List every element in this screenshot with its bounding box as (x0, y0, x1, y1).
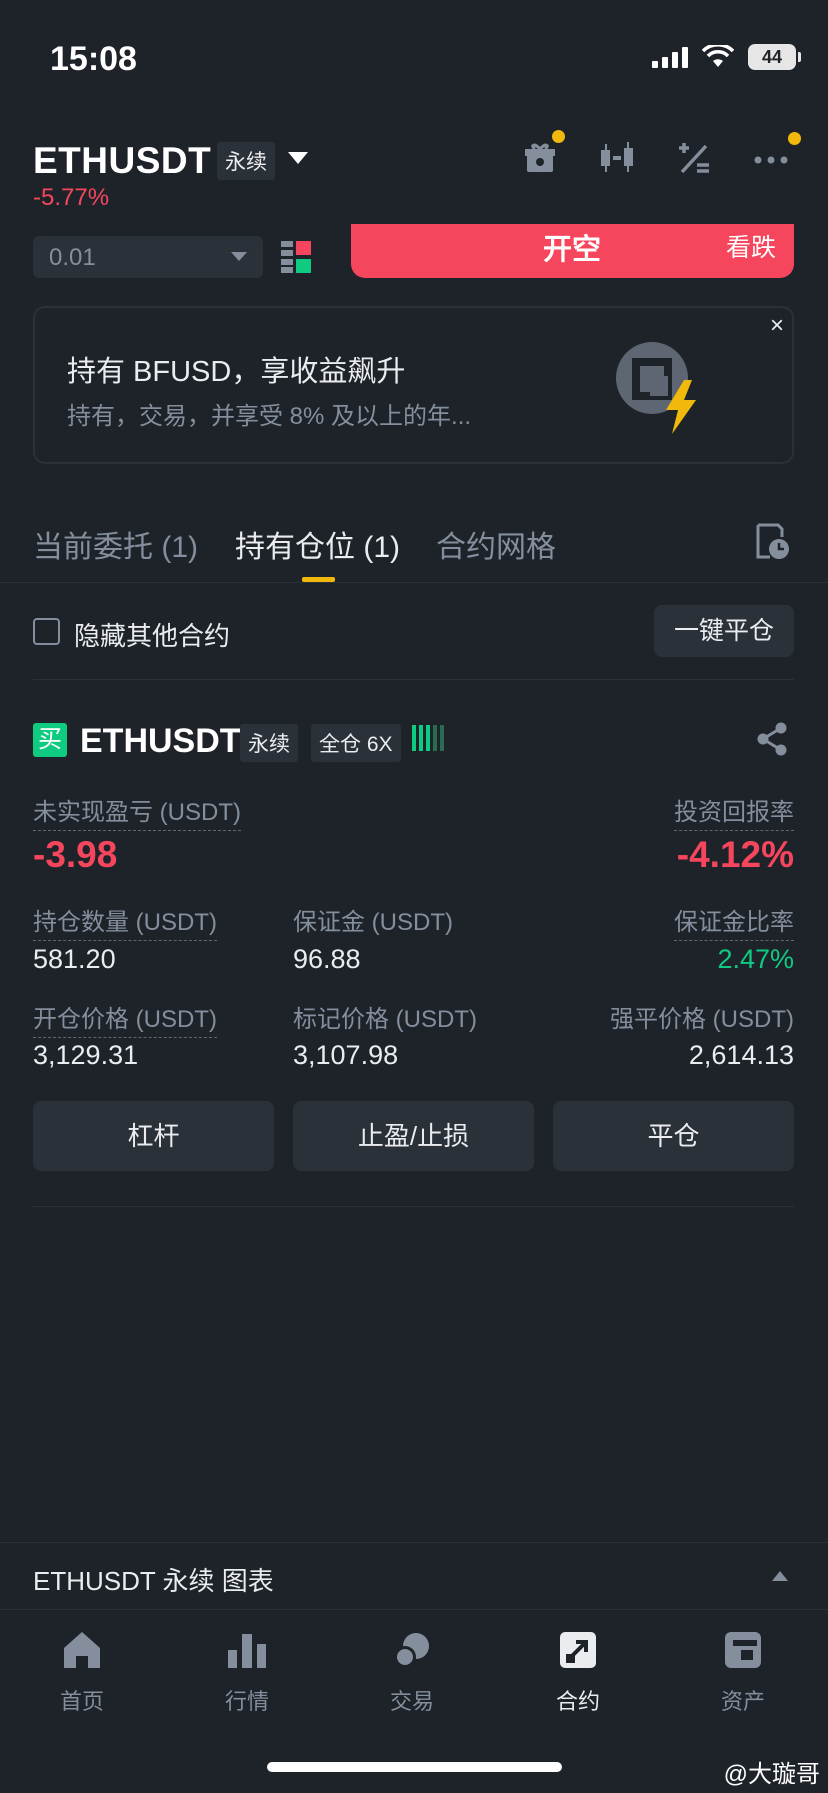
tab-positions[interactable]: 持有仓位 (1) (235, 522, 400, 566)
nav-trade-label: 交易 (389, 1689, 434, 1714)
candlestick-chart-icon[interactable] (598, 140, 638, 176)
tab-open-orders[interactable]: 当前委托 (1) (33, 522, 198, 566)
tab-futures-grid[interactable]: 合约网格 (436, 522, 556, 566)
contract-type-badge: 永续 (217, 142, 275, 180)
hide-other-contracts-checkbox[interactable] (33, 618, 60, 645)
roe-value: -4.12% (676, 834, 794, 875)
trade-icon (394, 1633, 429, 1668)
nav-markets-label: 行情 (224, 1689, 269, 1714)
risk-level-icon (412, 725, 444, 751)
order-history-icon[interactable] (756, 523, 790, 561)
quantity-input[interactable]: 0.01 (33, 236, 263, 278)
battery-icon: 44 (748, 44, 801, 70)
liq-price-label: 强平价格 (USDT) (610, 1006, 794, 1033)
margin-ratio-label: 保证金比率 (674, 902, 794, 941)
close-all-positions-button[interactable]: 一键平仓 (654, 605, 794, 657)
tpsl-button[interactable]: 止盈/止损 (293, 1101, 534, 1171)
symbol-title[interactable]: ETHUSDT (33, 140, 211, 182)
quantity-value: 0.01 (49, 244, 96, 271)
filter-divider (33, 679, 794, 680)
status-indicators: 44 (652, 44, 801, 70)
margin-label: 保证金 (USDT) (293, 909, 453, 936)
hide-other-contracts-label: 隐藏其他合约 (74, 621, 231, 651)
nav-futures[interactable]: 合约 (518, 1628, 638, 1716)
promo-banner[interactable]: 持有 BFUSD，享收益飙升 持有，交易，并享受 8% 及以上的年... × (33, 306, 794, 464)
bfusd-lightning-icon (616, 342, 696, 434)
position-size-label: 持仓数量 (USDT) (33, 902, 217, 941)
price-change: -5.77% (33, 184, 110, 211)
leverage-button[interactable]: 杠杆 (33, 1101, 274, 1171)
status-time: 15:08 (50, 40, 137, 78)
promo-subtitle: 持有，交易，并享受 8% 及以上的年... (67, 403, 472, 430)
tab-divider (0, 582, 828, 583)
position-contract-type: 永续 (240, 724, 298, 762)
unrealized-pnl-value: -3.98 (33, 834, 118, 875)
mark-price-label: 标记价格 (USDT) (293, 1006, 477, 1033)
share-icon[interactable] (756, 722, 788, 756)
liq-price-value: 2,614.13 (688, 1040, 794, 1070)
chart-toggle-label: ETHUSDT 永续 图表 (33, 1566, 274, 1596)
symbol-dropdown-icon[interactable] (288, 152, 308, 164)
promo-close-button[interactable]: × (770, 312, 784, 340)
nav-home-label: 首页 (59, 1689, 104, 1714)
entry-price-value: 3,129.31 (33, 1040, 139, 1070)
promo-title: 持有 BFUSD，享收益飙升 (67, 356, 406, 388)
quantity-dropdown-icon[interactable] (231, 252, 247, 261)
unrealized-pnl-label: 未实现盈亏 (USDT) (33, 792, 241, 831)
nav-assets-label: 资产 (720, 1689, 765, 1714)
futures-icon (560, 1632, 596, 1668)
gift-icon[interactable] (522, 130, 565, 176)
home-icon (64, 1632, 100, 1668)
cellular-signal-icon (652, 46, 688, 68)
roe-label: 投资回报率 (674, 792, 794, 831)
watermark: @大璇哥 (723, 1761, 820, 1788)
chevron-up-icon (772, 1571, 788, 1581)
wifi-icon (702, 45, 734, 67)
nav-markets[interactable]: 行情 (187, 1628, 307, 1716)
nav-futures-label: 合约 (555, 1689, 600, 1714)
open-short-sublabel: 看跌 (725, 234, 776, 262)
margin-ratio-value: 2.47% (717, 944, 794, 974)
home-indicator[interactable] (267, 1762, 562, 1772)
position-margin-mode[interactable]: 全仓 6X (311, 724, 401, 762)
markets-icon (228, 1634, 266, 1668)
close-position-button[interactable]: 平仓 (553, 1101, 794, 1171)
nav-assets[interactable]: 资产 (683, 1628, 803, 1716)
side-badge: 买 (33, 723, 67, 757)
entry-price-label: 开仓价格 (USDT) (33, 999, 217, 1038)
position-size-value: 581.20 (33, 944, 116, 974)
position-divider (33, 1206, 794, 1207)
chart-toggle-bar[interactable]: ETHUSDT 永续 图表 (0, 1542, 828, 1610)
calculator-icon[interactable] (676, 140, 716, 176)
open-short-label: 开空 (543, 234, 602, 266)
nav-trade[interactable]: 交易 (352, 1628, 472, 1716)
wallet-icon (725, 1632, 761, 1668)
nav-home[interactable]: 首页 (22, 1628, 142, 1716)
mark-price-value: 3,107.98 (293, 1040, 399, 1070)
margin-value: 96.88 (293, 944, 361, 974)
more-icon[interactable] (754, 132, 801, 176)
position-symbol[interactable]: ETHUSDT (80, 722, 241, 761)
orderbook-layout-icon[interactable] (281, 241, 311, 273)
open-short-button[interactable]: 开空 看跌 (351, 224, 794, 278)
